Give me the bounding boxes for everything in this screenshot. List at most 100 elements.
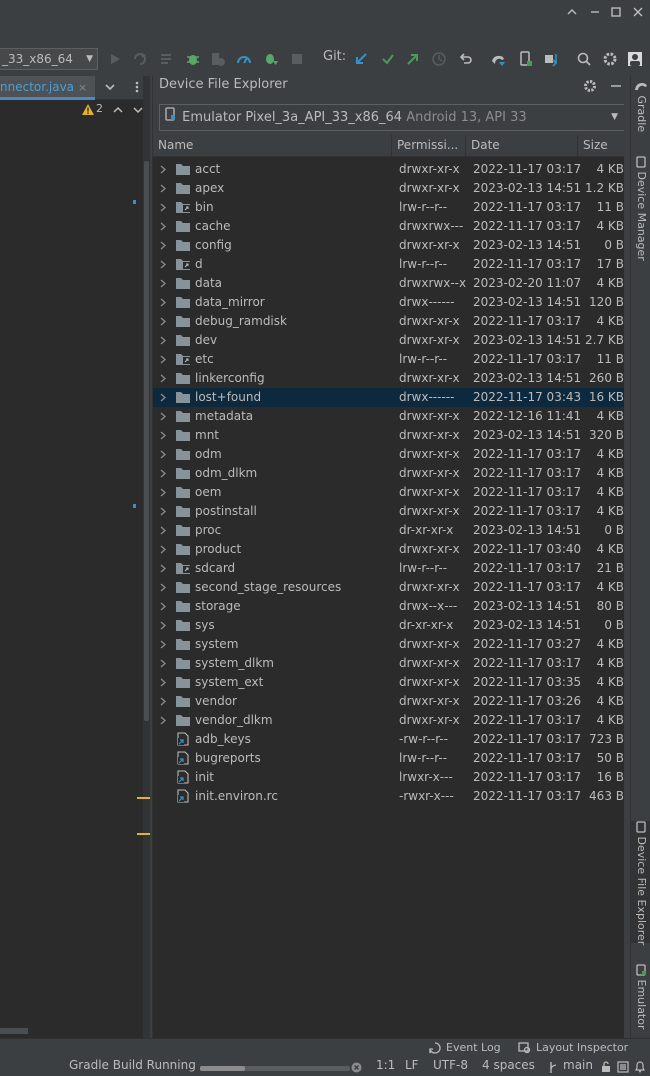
inspection-widget[interactable]: 2 [0,100,150,122]
file-row[interactable]: metadata drwxr-xr-x 2022-12-16 11:41 4 KB [153,407,631,426]
file-row[interactable]: init.environ.rc -rwxr-x--- 2022-11-17 03:1… [153,787,631,806]
minimize-icon[interactable] [563,3,581,21]
cursor-position[interactable]: 1:1 [376,1058,395,1072]
sync-gradle-icon[interactable] [490,51,506,67]
attach-process-icon[interactable] [263,51,279,67]
profile-icon[interactable] [210,51,226,67]
file-row[interactable]: bin lrw-r--r-- 2022-11-17 03:17 11 B [153,198,631,217]
hide-panel-icon[interactable] [609,79,623,96]
file-size: 0 B [604,523,624,537]
file-row[interactable]: vendor drwxr-xr-x 2022-11-17 03:26 4 KB [153,692,631,711]
file-row[interactable]: apex drwxr-xr-x 2023-02-13 14:51 1.2 KB [153,179,631,198]
file-row[interactable]: sdcard lrw-r--r-- 2022-11-17 03:17 21 B [153,559,631,578]
settings-gear-icon[interactable] [602,51,618,67]
file-row[interactable]: postinstall drwxr-xr-x 2022-11-17 03:17 4 K… [153,502,631,521]
history-icon[interactable] [431,51,447,67]
warning-stripe-marker[interactable] [137,833,150,835]
file-row[interactable]: system_dlkm drwxr-xr-x 2022-11-17 03:17 4 K… [153,654,631,673]
file-row[interactable]: adb_keys -rw-r--r-- 2022-11-17 03:17 723 B [153,730,631,749]
folder-icon [175,676,191,689]
editor-horizontal-scrollbar[interactable] [0,1028,28,1034]
git-branch-label[interactable]: main [563,1058,593,1072]
file-row[interactable]: bugreports lrw-r--r-- 2022-11-17 03:17 50 B [153,749,631,768]
file-row[interactable]: etc lrw-r--r-- 2022-11-17 03:17 11 B [153,350,631,369]
layout-inspector-button[interactable]: Layout Inspector [536,1041,628,1054]
folder-icon [175,600,191,613]
file-row[interactable]: system_ext drwxr-xr-x 2022-11-17 03:35 4 KB [153,673,631,692]
editor-scrollbar[interactable] [144,161,149,721]
editor-tab[interactable]: nnector.java × [0,76,95,100]
device-file-explorer-tab[interactable]: Device File Explorer [631,821,650,945]
file-row[interactable]: init lrwxr-x--- 2022-11-17 03:17 16 B [153,768,631,787]
git-push-icon[interactable] [405,51,421,67]
column-header-name[interactable]: Name [153,135,392,157]
search-icon[interactable] [576,51,592,67]
gradle-tab[interactable]: Gradle [631,80,650,140]
account-avatar-icon[interactable] [627,51,643,67]
warning-stripe-marker[interactable] [137,797,150,799]
file-row[interactable]: acct drwxr-xr-x 2022-11-17 03:17 4 KB [153,160,631,179]
file-row[interactable]: linkerconfig drwxr-xr-x 2023-02-13 14:51 26… [153,369,631,388]
more-options-icon[interactable] [134,80,140,97]
attach-debugger-icon[interactable] [236,51,252,67]
device-manager-tab[interactable]: Device Manager [631,156,650,261]
apply-changes-icon[interactable] [132,51,148,67]
file-row[interactable]: product drwxr-xr-x 2022-11-17 03:40 4 KB [153,540,631,559]
gear-icon[interactable] [583,79,597,96]
file-row[interactable]: proc dr-xr-xr-x 2023-02-13 14:51 0 B [153,521,631,540]
debug-icon[interactable] [185,51,201,67]
sdk-manager-icon[interactable] [543,51,559,67]
device-selector[interactable]: Emulator Pixel_3a_API_33_x86_64 Android … [159,104,625,131]
column-header-permissions[interactable]: Permissi... [392,135,466,157]
file-name: metadata [195,409,254,423]
file-size: 17 B [596,257,624,271]
file-row[interactable]: data_mirror drwx------ 2023-02-13 14:51 120… [153,293,631,312]
device-manager-icon[interactable] [517,51,533,67]
file-row[interactable]: mnt drwxr-xr-x 2023-02-13 14:51 320 B [153,426,631,445]
rollback-icon[interactable] [457,51,473,67]
file-row[interactable]: cache drwxrwx--- 2022-11-17 03:17 4 KB [153,217,631,236]
file-row[interactable]: lost+found drwx------ 2022-11-17 03:43 16 K… [153,388,631,407]
cancel-task-icon[interactable] [351,1062,362,1076]
restore-icon[interactable] [586,3,604,21]
maximize-icon[interactable] [607,3,625,21]
close-tab-icon[interactable]: × [78,81,87,94]
file-row[interactable]: debug_ramdisk drwxr-xr-x 2022-11-17 03:17 4… [153,312,631,331]
file-row[interactable]: second_stage_resources drwxr-xr-x 2022-11-… [153,578,631,597]
file-row[interactable]: dev drwxr-xr-x 2023-02-13 14:51 2.7 KB [153,331,631,350]
editor-area: nnector.java × 2 [0,76,150,1038]
indent-setting[interactable]: 4 spaces [482,1058,535,1072]
previous-highlight-icon[interactable] [112,104,124,119]
event-log-button[interactable]: Event Log [446,1041,501,1054]
file-name: proc [195,523,222,537]
file-name: sys [195,618,215,632]
close-window-icon[interactable] [629,3,647,21]
file-row[interactable]: oem drwxr-xr-x 2022-11-17 03:17 4 KB [153,483,631,502]
stop-icon[interactable] [289,51,305,67]
file-row[interactable]: data drwxrwx--x 2023-02-20 11:07 4 KB [153,274,631,293]
file-row[interactable]: odm drwxr-xr-x 2022-11-17 03:17 4 KB [153,445,631,464]
apply-code-changes-icon[interactable] [159,51,175,67]
emulator-tab[interactable]: Emulator [631,964,650,1034]
file-row[interactable]: config drwxr-xr-x 2023-02-13 14:51 0 B [153,236,631,255]
file-row[interactable]: system drwxr-xr-x 2022-11-17 03:27 4 KB [153,635,631,654]
file-row[interactable]: sys dr-xr-xr-x 2023-02-13 14:51 0 B [153,616,631,635]
git-update-icon[interactable] [353,51,369,67]
file-row[interactable]: storage drwx--x--- 2023-02-13 14:51 80 B [153,597,631,616]
read-only-lock-icon[interactable] [601,1061,611,1076]
file-row[interactable]: odm_dlkm drwxr-xr-x 2022-11-17 03:17 4 KB [153,464,631,483]
file-row[interactable]: vendor_dlkm drwxr-xr-x 2022-11-17 03:17 4 K… [153,711,631,730]
column-header-date[interactable]: Date [466,135,578,157]
line-separator[interactable]: LF [405,1058,419,1072]
file-row[interactable]: d lrw-r--r-- 2022-11-17 03:17 17 B [153,255,631,274]
run-icon[interactable] [107,51,123,67]
memory-indicator-icon[interactable] [617,1061,629,1076]
notifications-icon[interactable] [634,1061,646,1076]
git-commit-icon[interactable] [380,51,396,67]
background-task-label[interactable]: Gradle Build Running [69,1058,196,1072]
folder-icon [175,277,191,290]
file-encoding[interactable]: UTF-8 [433,1058,468,1072]
chevron-down-icon[interactable] [104,80,116,97]
file-name: sdcard [195,561,236,575]
run-config-selector[interactable]: _33_x86_64 ▼ [0,48,98,70]
